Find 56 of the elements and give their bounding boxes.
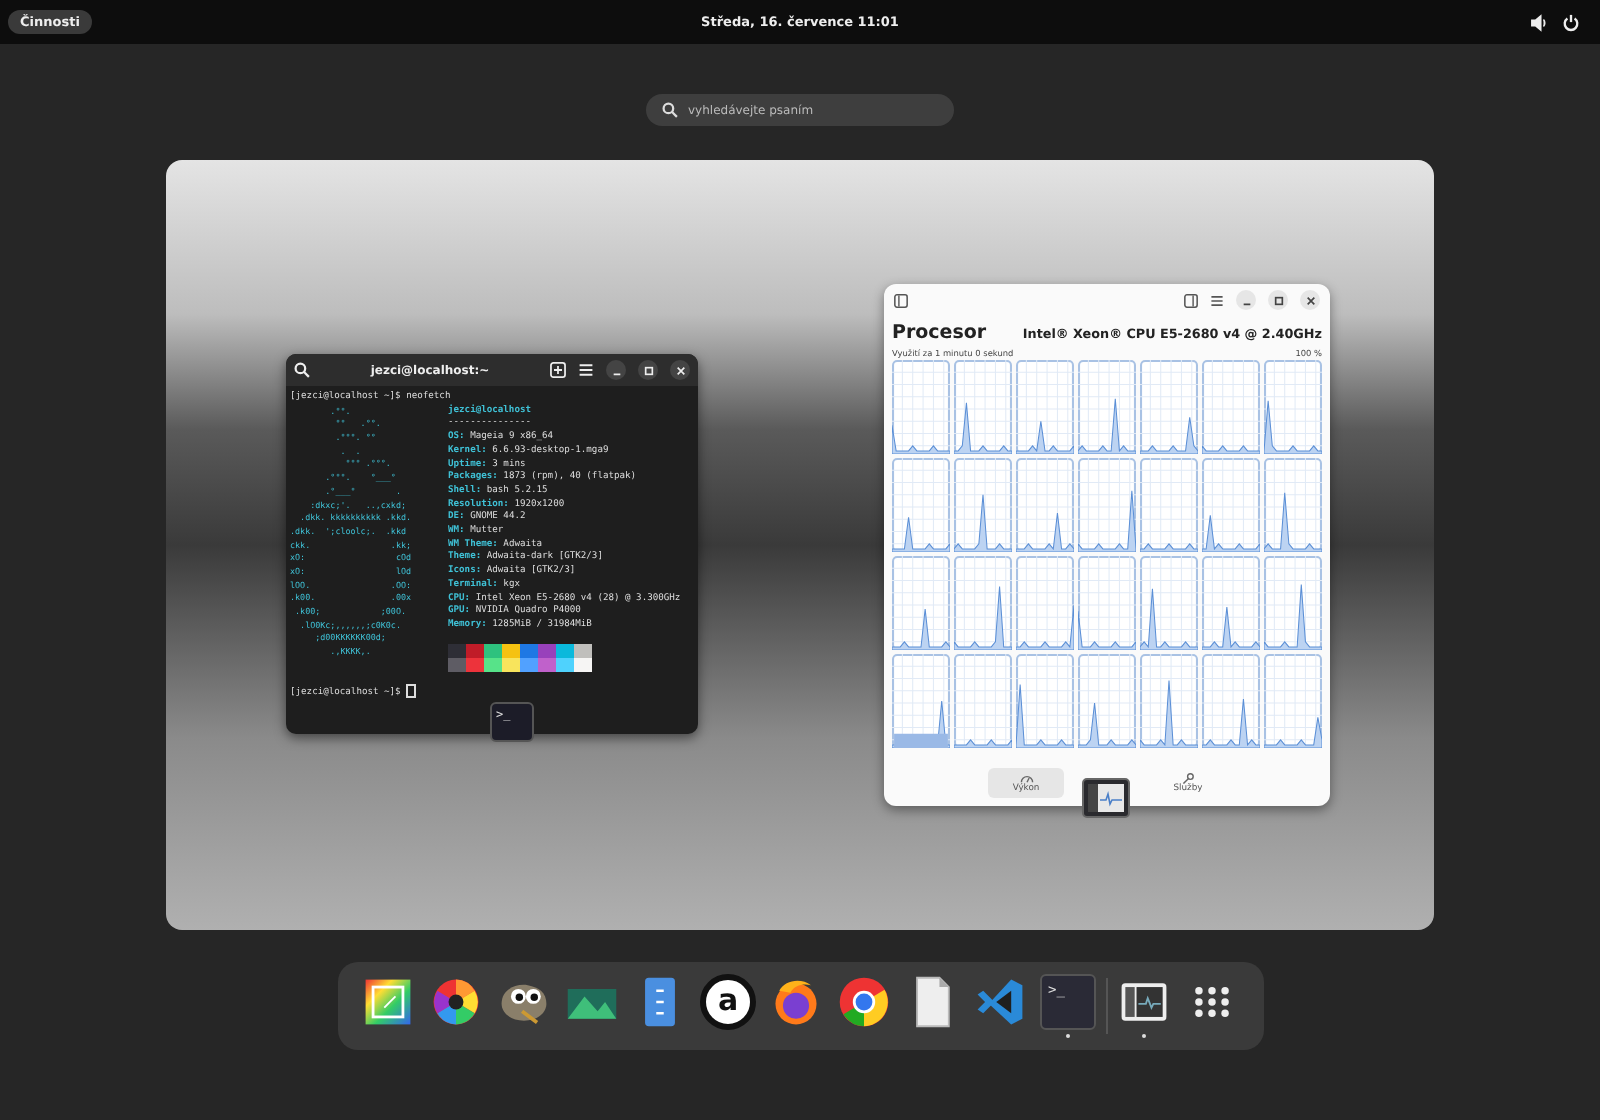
core-usage-graph: [1016, 360, 1074, 454]
search-icon: [662, 102, 678, 118]
core-usage-graph: [1140, 556, 1198, 650]
panel-icon[interactable]: [1184, 293, 1198, 307]
core-usage-graph: [954, 654, 1012, 748]
close-icon: [1305, 295, 1315, 305]
menu-icon[interactable]: [1210, 293, 1224, 307]
core-usage-graph: [892, 458, 950, 552]
core-usage-graph: [892, 654, 950, 748]
section-title: Procesor: [892, 322, 987, 344]
core-usage-graph: [1140, 360, 1198, 454]
terminal-window[interactable]: [286, 354, 698, 734]
core-usage-graph: [1202, 556, 1260, 650]
core-usage-graph: [1078, 360, 1136, 454]
magnifier-icon: [1181, 772, 1195, 784]
core-usage-graph: [1078, 458, 1136, 552]
core-usage-graph: [1140, 458, 1198, 552]
code-editor-icon[interactable]: [972, 974, 1028, 1030]
core-usage-graph: [1202, 654, 1260, 748]
close-icon: [675, 365, 685, 375]
core-usage-graph: [1016, 556, 1074, 650]
close-button[interactable]: [670, 360, 690, 380]
maximize-icon: [1273, 295, 1283, 305]
core-usage-graph: [1016, 654, 1074, 748]
core-usage-graph: [954, 458, 1012, 552]
core-usage-graph: [1202, 360, 1260, 454]
color-picker-icon[interactable]: [360, 974, 416, 1030]
core-usage-graph: [1202, 458, 1260, 552]
core-usage-graph: [1016, 458, 1074, 552]
maximize-button[interactable]: [1268, 290, 1288, 310]
core-usage-graph: [954, 556, 1012, 650]
browser-icon[interactable]: [836, 974, 892, 1030]
search-icon[interactable]: [294, 362, 310, 378]
core-usage-graph: [1140, 654, 1198, 748]
maximize-icon: [643, 365, 653, 375]
aperture-icon[interactable]: [428, 974, 484, 1030]
core-usage-graph: [1078, 556, 1136, 650]
sidebar-icon[interactable]: [894, 293, 908, 307]
minimize-button[interactable]: [606, 360, 626, 380]
core-usage-graph: [1264, 556, 1322, 650]
core-usage-graph: [892, 360, 950, 454]
core-usage-graph: [954, 360, 1012, 454]
core-usage-graph: [1078, 654, 1136, 748]
power-icon[interactable]: [1562, 13, 1580, 31]
core-usage-graph: [1264, 360, 1322, 454]
core-usage-graph: [1264, 654, 1322, 748]
core-usage-graph: [892, 556, 950, 650]
minimize-button[interactable]: [1236, 290, 1256, 310]
system-monitor-app-icon[interactable]: [1082, 778, 1130, 818]
close-button[interactable]: [1300, 290, 1320, 310]
core-usage-graph: [1264, 458, 1322, 552]
new-tab-icon[interactable]: [550, 362, 566, 378]
letter-icon[interactable]: a: [700, 974, 756, 1030]
gauge-icon: [1019, 772, 1033, 784]
maximize-button[interactable]: [638, 360, 658, 380]
volume-icon[interactable]: [1530, 13, 1548, 31]
